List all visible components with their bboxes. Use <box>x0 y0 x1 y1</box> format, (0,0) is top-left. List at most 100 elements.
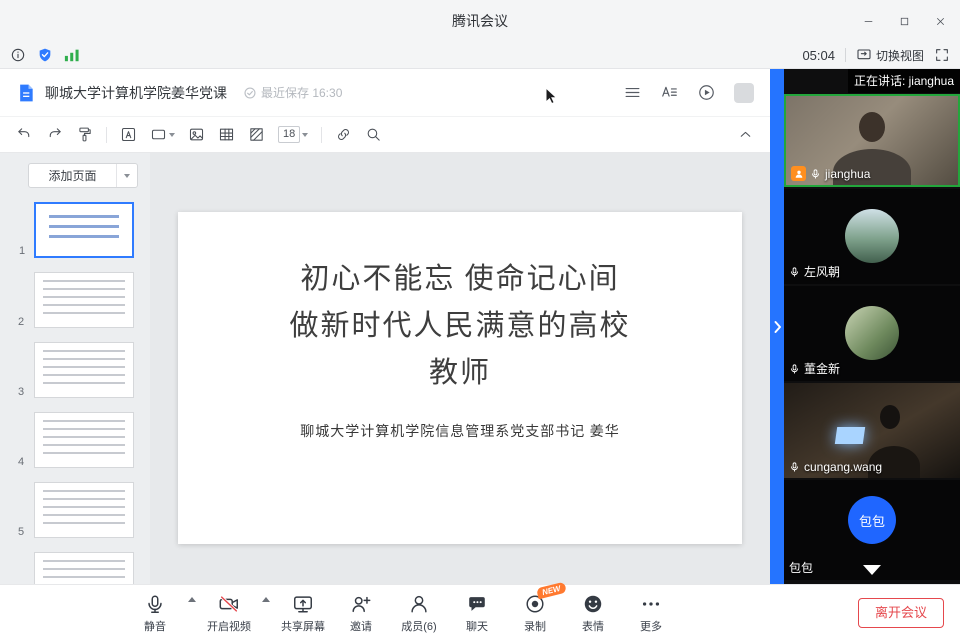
participant-tile-dongjinxin[interactable]: 董金新 <box>784 286 960 381</box>
slide-number: 2 <box>18 316 24 328</box>
speaking-banner: 正在讲话: jianghua <box>848 69 960 93</box>
slide-number: 3 <box>18 386 24 398</box>
font-size-select[interactable]: 18 <box>278 126 308 143</box>
close-button[interactable] <box>930 11 950 31</box>
add-page-dropdown[interactable] <box>116 164 137 187</box>
doc-body: 添加页面 1 2 3 <box>0 153 770 584</box>
record-label: 录制 <box>524 618 546 634</box>
thumbnail-preview <box>43 350 125 390</box>
pattern-fill-icon[interactable] <box>248 126 265 143</box>
doc-title[interactable]: 聊城大学计算机学院姜华党课 <box>45 83 227 103</box>
chevron-up-icon <box>188 597 196 602</box>
emoji-button[interactable]: 表情 <box>564 592 622 634</box>
divider <box>845 48 846 62</box>
mute-button[interactable]: 静音 <box>126 592 184 634</box>
participant-name-row: 左风朝 <box>789 263 840 280</box>
mic-icon <box>144 593 166 615</box>
slide-thumbnail-4[interactable]: 4 <box>34 412 134 468</box>
window-titlebar: 腾讯会议 <box>0 0 960 42</box>
switch-view-label: 切换视图 <box>876 47 924 64</box>
meeting-info-icon[interactable] <box>10 47 26 63</box>
participant-tile-zuofengchao[interactable]: 左风朝 <box>784 189 960 284</box>
participant-tile-baobao[interactable]: 包包 包包 <box>784 480 960 580</box>
invite-button[interactable]: 邀请 <box>332 592 390 634</box>
fullscreen-icon[interactable] <box>934 47 950 63</box>
participant-name: cungang.wang <box>804 460 882 474</box>
font-size-value: 18 <box>278 126 300 143</box>
table-icon[interactable] <box>218 126 235 143</box>
window-controls <box>858 0 950 42</box>
menu-icon[interactable] <box>623 83 642 102</box>
chat-label: 聊天 <box>466 618 488 634</box>
camera-options-expander[interactable] <box>258 588 274 637</box>
invite-icon <box>350 593 372 615</box>
present-play-icon[interactable] <box>697 83 716 102</box>
doc-avatar-placeholder[interactable] <box>734 83 754 103</box>
participant-tile-jianghua[interactable]: jianghua <box>784 94 960 187</box>
text-format-icon[interactable] <box>660 83 679 102</box>
more-label: 更多 <box>640 618 662 634</box>
image-icon[interactable] <box>188 126 205 143</box>
text-box-icon[interactable] <box>120 126 137 143</box>
collapse-toolbar-icon[interactable] <box>737 126 754 143</box>
mic-icon <box>789 460 800 474</box>
tencent-meeting-window: 腾讯会议 05:04 <box>0 0 960 640</box>
participant-name-row: 包包 <box>789 559 813 576</box>
shapes-tool[interactable] <box>150 126 175 143</box>
redo-icon[interactable] <box>46 126 63 143</box>
undo-icon[interactable] <box>16 126 33 143</box>
share-screen-icon <box>292 593 314 615</box>
minimize-icon <box>862 15 875 28</box>
add-page-button[interactable]: 添加页面 <box>28 163 138 188</box>
slide-thumbnail-6[interactable] <box>34 552 134 584</box>
share-screen-label: 共享屏幕 <box>281 618 325 634</box>
slide-number: 1 <box>19 245 25 257</box>
participant-tile-cungang-wang[interactable]: cungang.wang <box>784 383 960 478</box>
add-page-label: 添加页面 <box>29 167 116 184</box>
members-button[interactable]: 成员(6) <box>390 592 448 634</box>
minimize-button[interactable] <box>858 11 878 31</box>
meeting-toolbar: 05:04 切换视图 <box>0 42 960 69</box>
thumbnail-preview <box>43 560 125 584</box>
network-signal-icon[interactable] <box>64 47 80 63</box>
divider <box>321 127 322 143</box>
participant-name: 包包 <box>789 559 813 576</box>
slide-number: 5 <box>18 526 24 538</box>
current-slide[interactable]: 初心不能忘 使命记心间 做新时代人民满意的高校 教师 聊城大学计算机学院信息管理… <box>178 212 742 544</box>
format-painter-icon[interactable] <box>76 126 93 143</box>
chat-button[interactable]: 聊天 <box>448 592 506 634</box>
record-button[interactable]: NEW 录制 <box>506 592 564 634</box>
leave-meeting-button[interactable]: 离开会议 <box>858 598 944 628</box>
mute-label: 静音 <box>144 618 166 634</box>
slide-subtitle: 聊城大学计算机学院信息管理系党支部书记 姜华 <box>178 421 742 441</box>
share-screen-button[interactable]: 共享屏幕 <box>274 592 332 634</box>
doc-header: 聊城大学计算机学院姜华党课 最近保存 16:30 <box>0 69 770 116</box>
sidebar-collapse-handle[interactable] <box>770 69 784 584</box>
switch-view-icon <box>856 47 872 63</box>
doc-logo-icon <box>16 83 36 103</box>
participant-avatar-initials: 包包 <box>848 496 896 544</box>
slide-thumbnail-3[interactable]: 3 <box>34 342 134 398</box>
slide-thumbnail-5[interactable]: 5 <box>34 482 134 538</box>
search-icon[interactable] <box>365 126 382 143</box>
laptop-screen-glow <box>835 427 865 444</box>
meeting-status-icons <box>10 47 80 63</box>
maximize-button[interactable] <box>894 11 914 31</box>
more-button[interactable]: 更多 <box>622 592 680 634</box>
meeting-view-controls: 05:04 切换视图 <box>802 47 950 64</box>
slide-title-line: 教师 <box>178 350 742 397</box>
slide-thumbnail-1[interactable]: 1 <box>34 202 134 258</box>
person-silhouette <box>880 405 900 429</box>
emoji-label: 表情 <box>582 618 604 634</box>
switch-view-button[interactable]: 切换视图 <box>856 47 924 64</box>
mic-options-expander[interactable] <box>184 588 200 637</box>
slide-thumbnail-2[interactable]: 2 <box>34 272 134 328</box>
participant-name: 左风朝 <box>804 263 840 280</box>
chevron-down-icon <box>302 133 308 137</box>
doc-toolbar: 18 <box>0 116 770 153</box>
scroll-down-indicator[interactable] <box>863 565 881 575</box>
security-shield-icon[interactable] <box>37 47 53 63</box>
link-icon[interactable] <box>335 126 352 143</box>
more-icon <box>640 593 662 615</box>
start-video-button[interactable]: 开启视频 <box>200 592 258 634</box>
